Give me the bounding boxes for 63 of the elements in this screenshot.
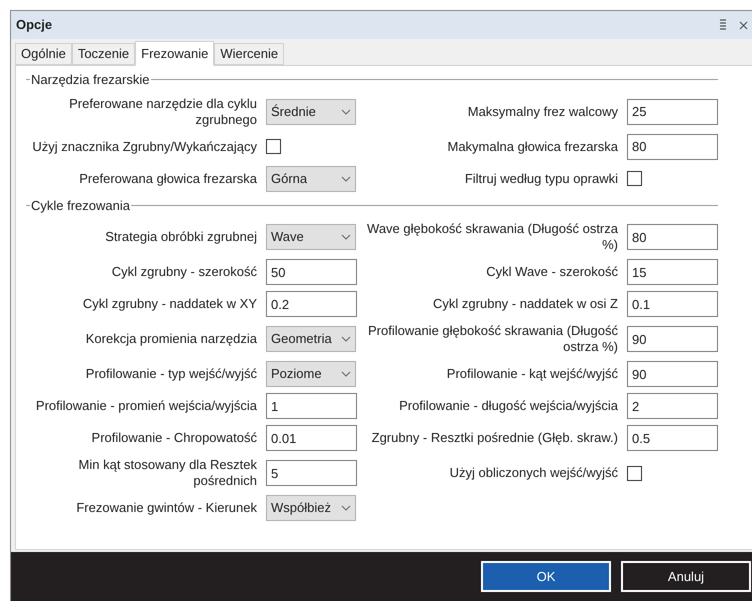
field-label: Profilowanie - promień wejścia/wyjścia xyxy=(34,398,257,414)
input-field[interactable]: 90 xyxy=(627,361,718,387)
input-field[interactable]: 25 xyxy=(627,98,718,124)
checkbox[interactable] xyxy=(627,171,642,186)
input-field[interactable]: 0.5 xyxy=(627,425,718,451)
input-field[interactable]: 15 xyxy=(627,259,718,285)
field-label: Preferowane narzędzie dla cyklu zgrubnego xyxy=(68,96,257,128)
input-field[interactable]: 80 xyxy=(627,134,718,160)
field-label: Cykl zgrubny - naddatek w XY xyxy=(82,296,257,312)
field-label: Cykl Wave - szerokość xyxy=(485,264,618,280)
field-label: Zgrubny - Resztki pośrednie (Głęb. skraw.) xyxy=(370,430,618,446)
ok-button[interactable]: OK xyxy=(481,561,611,592)
dropdown[interactable]: Górna xyxy=(266,166,356,192)
input-field[interactable]: 90 xyxy=(627,326,718,352)
tab[interactable]: Ogólnie xyxy=(15,43,72,65)
field-label: Użyj znacznika Zgrubny/Wykańczający xyxy=(31,138,257,154)
input-field[interactable]: 80 xyxy=(627,224,718,250)
dropdown[interactable]: Średnie xyxy=(266,98,356,124)
field-label: Min kąt stosowany dla Resztek pośrednich xyxy=(78,457,257,489)
input-field[interactable]: 0.1 xyxy=(627,291,718,317)
input-field[interactable]: 1 xyxy=(266,393,357,419)
checkbox[interactable] xyxy=(266,139,281,154)
input-field[interactable]: 50 xyxy=(266,259,357,285)
tab[interactable]: Toczenie xyxy=(72,43,136,65)
section-title: Narzędzia frezarskie xyxy=(30,71,150,89)
cancel-button[interactable]: Anuluj xyxy=(621,561,751,592)
chevron-down-icon xyxy=(341,234,351,240)
field-label: Korekcja promienia narzędzia xyxy=(84,331,257,347)
field-label: Frezowanie gwintów - Kierunek xyxy=(75,500,257,516)
input-field[interactable]: 0.2 xyxy=(266,291,357,317)
field-label: Cykl zgrubny - szerokość xyxy=(110,264,257,280)
input-field[interactable]: 2 xyxy=(627,393,718,419)
input-field[interactable]: 5 xyxy=(266,460,357,486)
chevron-down-icon xyxy=(341,176,351,182)
dropdown[interactable]: Wave xyxy=(266,224,356,250)
checkbox[interactable] xyxy=(627,466,642,480)
field-label: Cykl zgrubny - naddatek w osi Z xyxy=(432,296,618,312)
chevron-down-icon xyxy=(341,505,351,511)
field-label: Wave głębokość skrawania (Długość ostrza %) xyxy=(366,221,618,253)
chevron-down-icon xyxy=(341,108,351,114)
tab[interactable]: Frezowanie xyxy=(135,41,214,66)
field-label: Maksymalny frez walcowy xyxy=(466,104,618,120)
field-label: Profilowanie - długość wejścia/wyjścia xyxy=(398,398,618,414)
menu-icon[interactable] xyxy=(719,19,727,31)
tab[interactable]: Wiercenie xyxy=(214,43,284,65)
section-title: Cykle frezowania xyxy=(30,196,131,215)
window-title: Opcje xyxy=(16,16,52,34)
dropdown[interactable]: Poziome xyxy=(266,361,356,387)
field-label: Użyj obliczonych wejść/wyjść xyxy=(448,465,618,481)
dropdown[interactable]: Współbież xyxy=(266,495,356,521)
field-label: Profilowanie głębokość skrawania (Długość ostrza %) xyxy=(366,323,618,355)
field-label: Makymalna głowica frezarska xyxy=(446,138,618,154)
field-label: Profilowanie - kąt wejść/wyjść xyxy=(446,366,618,382)
input-field[interactable]: 0.01 xyxy=(266,425,357,451)
field-label: Profilowanie - Chropowatość xyxy=(90,430,257,446)
close-icon[interactable] xyxy=(739,20,748,30)
field-label: Preferowana głowica frezarska xyxy=(78,170,257,186)
field-label: Filtruj według typu oprawki xyxy=(464,170,618,186)
field-label: Strategia obróbki zgrubnej xyxy=(104,229,257,245)
chevron-down-icon xyxy=(341,371,351,377)
dropdown[interactable]: Geometria xyxy=(266,326,356,352)
chevron-down-icon xyxy=(341,336,351,342)
field-label: Profilowanie - typ wejść/wyjść xyxy=(84,366,257,382)
